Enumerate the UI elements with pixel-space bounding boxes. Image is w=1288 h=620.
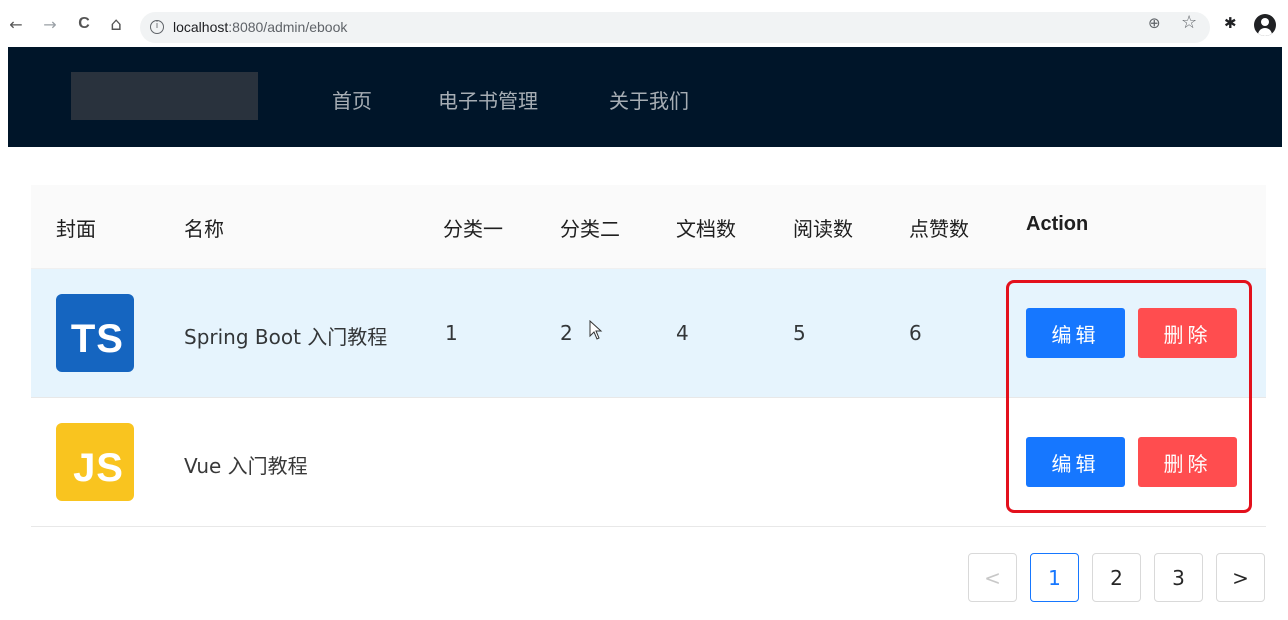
column-header-action: Action [1026,213,1089,235]
site-info-icon[interactable]: i [150,20,164,34]
column-header-doc-count: 文档数 [676,217,736,241]
address-bar[interactable]: i localhost:8080/admin/ebook [140,12,1210,43]
column-header-like-count: 点赞数 [909,217,969,241]
forward-arrow-icon[interactable]: → [40,14,60,34]
ebook-cover-image: JS [56,423,134,501]
pagination-page-2[interactable]: 2 [1092,553,1141,602]
column-header-name: 名称 [184,217,224,241]
mouse-cursor-icon [589,320,603,340]
doc-count-value: 4 [676,321,689,345]
profile-avatar-icon[interactable] [1254,14,1276,36]
avatar-head [1261,18,1269,26]
app-header: 首页 电子书管理 关于我们 [8,47,1282,147]
pagination-next-button[interactable]: > [1216,553,1265,602]
category1-value: 1 [445,321,458,345]
highlight-frame [1006,280,1252,513]
zoom-icon[interactable]: ⊕ [1148,14,1161,32]
url-host: localhost [173,19,229,35]
column-header-category2: 分类二 [560,217,620,241]
category2-value: 2 [560,321,573,345]
ebook-name: Vue 入门教程 [184,454,308,478]
ebook-name: Spring Boot 入门教程 [184,325,388,349]
url-path: :8080/admin/ebook [228,19,348,35]
pagination-prev-button[interactable]: < [968,553,1017,602]
column-header-view-count: 阅读数 [793,217,853,241]
home-icon[interactable]: ⌂ [106,14,126,35]
column-header-category1: 分类一 [443,217,503,241]
reload-icon[interactable]: C [74,14,94,34]
menu-item-about-us[interactable]: 关于我们 [609,85,689,114]
ebook-cover-image: TS [56,294,134,372]
column-header-cover: 封面 [56,217,96,241]
back-arrow-icon[interactable]: ← [6,14,26,34]
url-text[interactable]: localhost:8080/admin/ebook [173,19,347,35]
bookmark-star-icon[interactable]: ☆ [1181,12,1197,33]
logo[interactable] [71,72,258,120]
browser-toolbar: ← → C ⌂ i localhost:8080/admin/ebook ⊕ ☆… [0,0,1288,47]
extensions-puzzle-icon[interactable]: ✱ [1224,14,1237,32]
avatar-shoulders [1258,28,1272,36]
like-count-value: 6 [909,321,922,345]
view-count-value: 5 [793,321,806,345]
pagination-page-1[interactable]: 1 [1030,553,1079,602]
menu-item-home[interactable]: 首页 [332,85,372,114]
menu-item-ebook-management[interactable]: 电子书管理 [438,85,538,114]
table-header: 封面 名称 分类一 分类二 文档数 阅读数 点赞数 Action [31,185,1266,269]
pagination-page-3[interactable]: 3 [1154,553,1203,602]
